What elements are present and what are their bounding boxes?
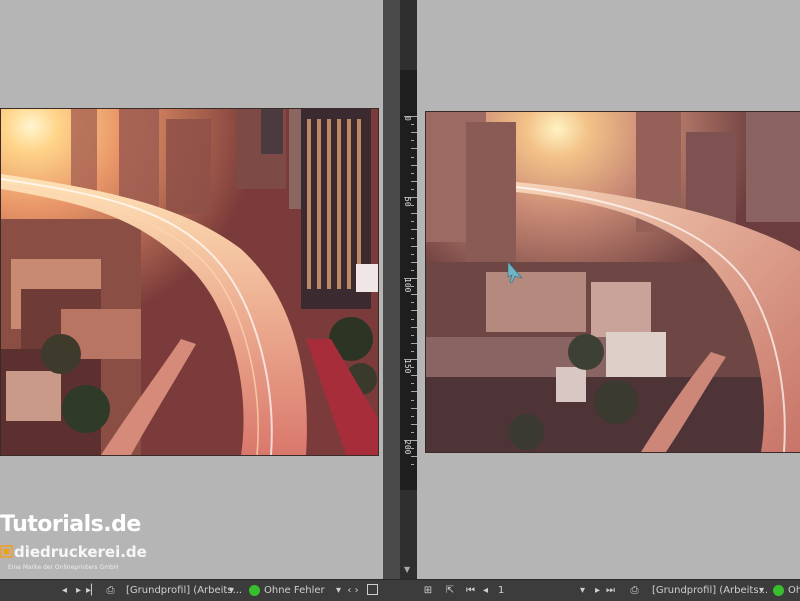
ruler-tick [411, 302, 414, 304]
page-number-field[interactable]: 1 [498, 580, 504, 601]
export-icon[interactable]: ⇱ [444, 585, 456, 596]
logo-line-tagline: Eine Marke der Onlineprinters GmbH [8, 564, 119, 571]
ruler-tick [411, 156, 414, 158]
next-page-icon-right[interactable]: ▸ [593, 585, 602, 596]
ruler-tick [411, 221, 414, 223]
ruler-tick [411, 188, 414, 190]
ruler-tick [411, 140, 414, 142]
ruler-label: 50 [403, 197, 412, 207]
ruler-label: 200 [403, 440, 412, 455]
ruler-tick [411, 124, 414, 126]
photo-right-image [426, 112, 800, 452]
ruler-tick [411, 350, 414, 352]
first-page-icon-right[interactable]: ⏮ [466, 585, 475, 596]
status-bar: ◂ ▸ ▸▏ ⎙ [Grundprofil] (Arbeits... ▾ Ohn… [0, 579, 800, 601]
ruler-tick [411, 334, 414, 336]
vertical-ruler[interactable]: 0 50 100 150 200 [400, 70, 417, 490]
open-document-icon-right[interactable]: ⎙ [628, 585, 641, 596]
ruler-tick [411, 318, 414, 320]
ruler-label: 150 [403, 359, 412, 374]
ruler-tick [411, 269, 414, 271]
profile-dropdown-icon-right[interactable]: ▾ [757, 585, 766, 596]
photo-left-image [1, 109, 378, 455]
view-mode-icon[interactable] [367, 584, 378, 595]
last-page-icon[interactable]: ▸▏ [86, 585, 99, 596]
ruler-tick [411, 431, 414, 433]
last-page-icon-right[interactable]: ⏭ [606, 585, 615, 596]
document-pane-left[interactable]: Tutorials.de diedruckerei.de Eine Marke … [0, 0, 383, 579]
preflight-dropdown-icon[interactable]: ▾ [334, 585, 343, 596]
scroll-down-arrow-icon[interactable]: ▼ [404, 566, 413, 574]
ruler-label: 0 [403, 116, 412, 121]
preflight-status-right[interactable]: Oh [788, 580, 800, 601]
preflight-status-left[interactable]: Ohne Fehler [264, 580, 325, 601]
horizontal-scroll-icon[interactable]: ‹ › [347, 585, 359, 596]
next-page-icon[interactable]: ▸ [74, 585, 83, 596]
profile-label-left[interactable]: [Grundprofil] (Arbeits... [126, 580, 242, 601]
page-dropdown-icon[interactable]: ▾ [578, 585, 587, 596]
city-highway-photo-left[interactable] [0, 108, 379, 456]
tutorials-logo: Tutorials.de diedruckerei.de Eine Marke … [0, 508, 170, 574]
city-highway-photo-right[interactable] [425, 111, 800, 453]
previous-page-icon[interactable]: ◂ [481, 585, 490, 596]
zoom-icon[interactable]: ⊞ [419, 585, 437, 596]
preflight-status-dot [249, 585, 260, 596]
open-document-icon[interactable]: ⎙ [104, 585, 117, 596]
first-page-icon[interactable]: ◂ [60, 585, 69, 596]
ruler-label: 100 [403, 278, 412, 293]
profile-label-right[interactable]: [Grundprofil] (Arbeits... [652, 580, 768, 601]
printer-logo-icon [0, 545, 13, 558]
ruler-tick [411, 383, 414, 385]
ruler-tick [411, 253, 414, 255]
profile-dropdown-icon[interactable]: ▾ [227, 585, 236, 596]
ruler-tick [411, 172, 414, 174]
preflight-status-dot-right [773, 585, 784, 596]
logo-line-diedruckerei: diedruckerei.de [14, 543, 147, 561]
ruler-tick [411, 237, 414, 239]
ruler-tick [411, 399, 414, 401]
ruler-tick [411, 415, 414, 417]
logo-line-tutorials: Tutorials.de [0, 512, 141, 537]
left-pane-scrollbar[interactable] [383, 0, 400, 579]
ruler-tick [411, 464, 414, 466]
